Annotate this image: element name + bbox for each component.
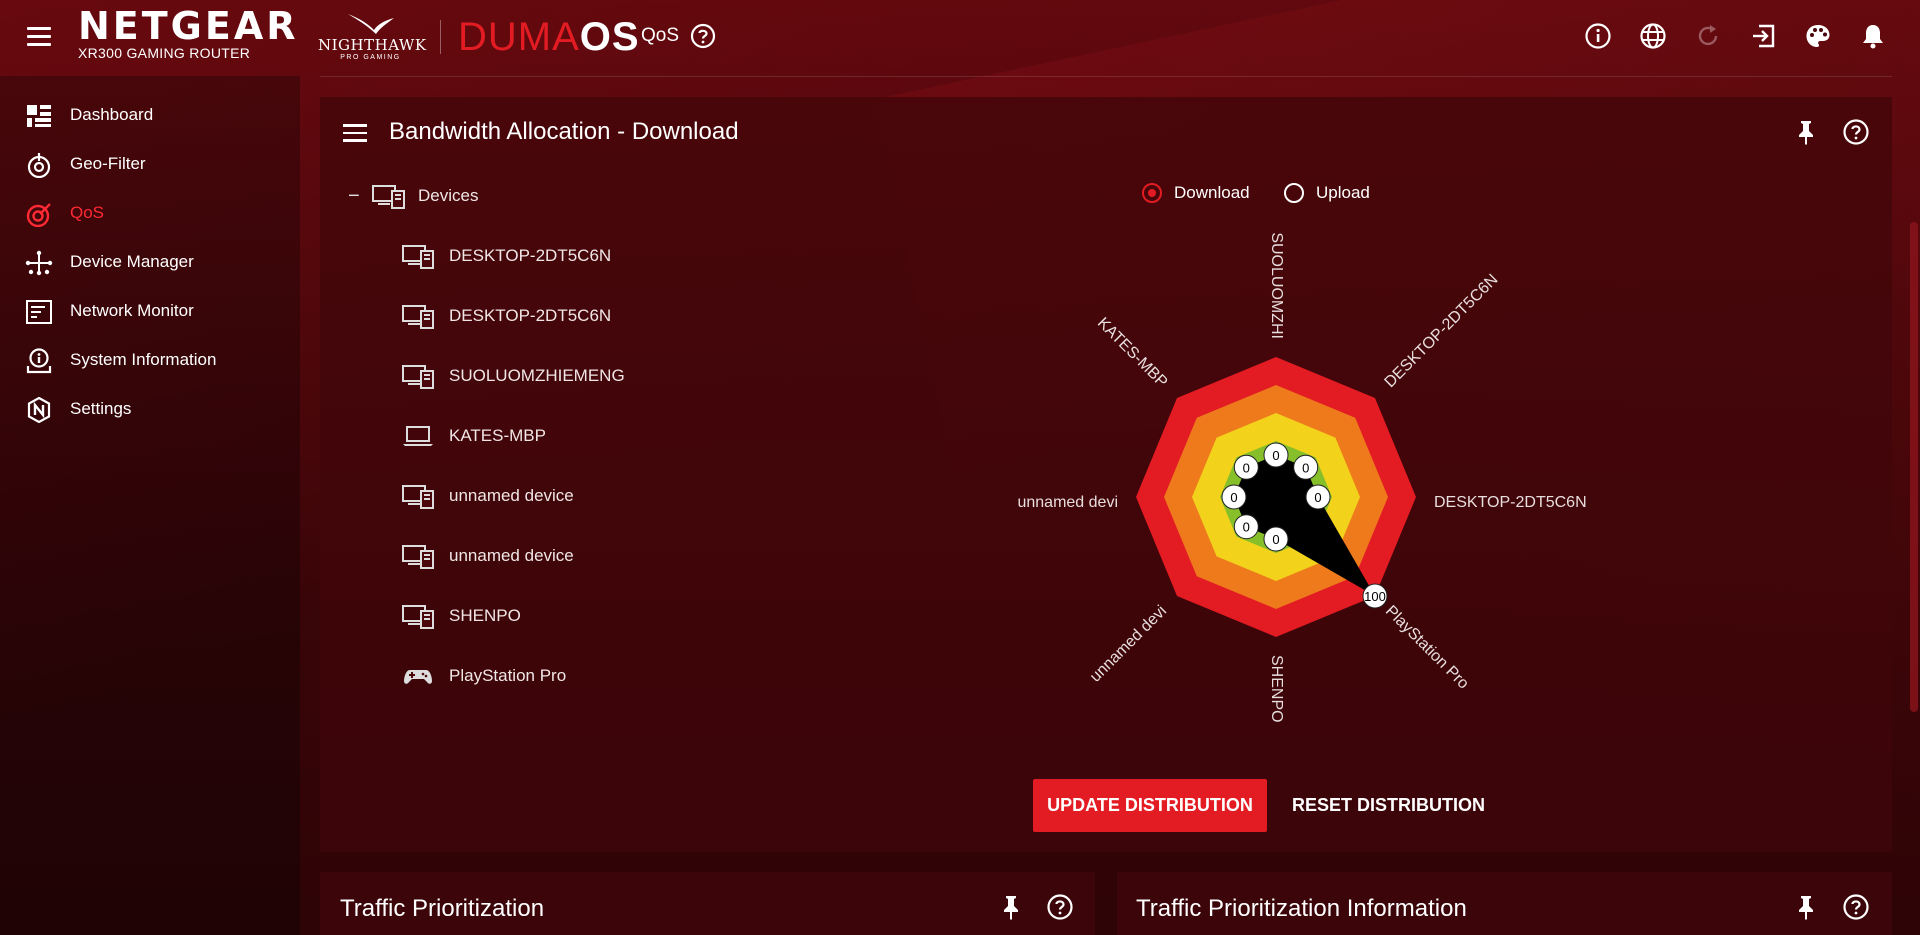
logout-icon[interactable] [1745, 18, 1781, 54]
sidebar-item-label: System Information [70, 350, 217, 369]
top-bar: NETGEAR XR300 GAMING ROUTER NIGHTHAWK PR… [0, 0, 1920, 75]
network-monitor-icon [26, 300, 52, 324]
sidebar-item-label: Device Manager [70, 252, 194, 271]
sidebar-item-label: QoS [70, 203, 105, 222]
traffic-prioritization-title: Traffic Prioritization [340, 895, 545, 922]
sidebar-item-network-monitor[interactable]: Network Monitor [0, 287, 300, 335]
reset-distribution-button[interactable]: RESET DISTRIBUTION [1276, 779, 1501, 832]
sidebar-item-label: Geo-Filter [70, 154, 146, 173]
sidebar-item-geo-filter[interactable]: Geo-Filter [0, 140, 300, 188]
palette-icon[interactable] [1800, 18, 1836, 54]
panel-help-icon[interactable] [1046, 893, 1074, 921]
main-menu-icon[interactable] [27, 27, 51, 47]
upload-radio[interactable]: Upload [1284, 181, 1370, 205]
page-title: QoS [641, 25, 680, 46]
desktop-icon [402, 243, 434, 269]
sidebar-item-settings[interactable]: Settings [0, 385, 300, 433]
traffic-prioritization-information-title: Traffic Prioritization Information [1136, 895, 1467, 922]
device-label: DESKTOP-2DT5C6N [449, 246, 612, 265]
header-divider [440, 20, 441, 54]
info-icon[interactable] [1580, 18, 1616, 54]
device-label: DESKTOP-2DT5C6N [449, 306, 612, 325]
geo-filter-icon [27, 153, 51, 178]
device-label: unnamed device [449, 546, 574, 565]
nighthawk-name: NIGHTHAWK [318, 36, 427, 54]
devices-icon [372, 185, 405, 209]
top-icons [1575, 18, 1905, 58]
page-scrollbar[interactable] [1910, 222, 1918, 712]
pin-icon[interactable] [997, 893, 1025, 921]
radar-value-label: 0 [1314, 490, 1321, 505]
content-top-edge [320, 76, 1892, 77]
collapse-icon[interactable]: − [348, 185, 360, 208]
radar-value-label: 100 [1364, 589, 1386, 604]
radar-axis-label: SHENPO [1268, 655, 1285, 723]
radar-axis-label: PlayStation Pro [1382, 603, 1472, 693]
radar-value-label: 0 [1243, 520, 1250, 535]
nighthawk-sub: PRO GAMING [340, 54, 401, 61]
device-label: unnamed device [449, 486, 574, 505]
dumaos-logo: DUMAOS [458, 14, 640, 60]
device-manager-icon [25, 250, 53, 276]
laptop-icon [402, 423, 434, 449]
nighthawk-logo: NIGHTHAWK PRO GAMING [318, 12, 427, 64]
device-label: KATES-MBP [449, 426, 546, 445]
desktop-icon [402, 603, 434, 629]
dumaos-duma: DUMA [458, 15, 580, 59]
radar-axis-label: unnamed devi [1087, 603, 1170, 686]
radar-value-label: 0 [1272, 532, 1279, 547]
desktop-icon [402, 543, 434, 569]
radar-axis-label: DESKTOP-2DT5C6N [1382, 271, 1502, 391]
devices-label: Devices [418, 186, 479, 205]
update-distribution-button[interactable]: UPDATE DISTRIBUTION [1033, 779, 1267, 832]
device-label: SUOLUOMZHIEMENG [449, 366, 625, 385]
radar-value-label: 0 [1243, 460, 1250, 475]
dashboard-icon [27, 105, 51, 127]
panel-help-icon[interactable] [1842, 118, 1870, 146]
globe-icon[interactable] [1635, 18, 1671, 54]
sidebar-item-label: Dashboard [70, 105, 154, 124]
radar-value-label: 0 [1272, 448, 1279, 463]
sidebar-item-system-information[interactable]: System Information [0, 336, 300, 384]
radar-value-label: 0 [1230, 490, 1237, 505]
sidebar-item-label: Settings [70, 399, 132, 418]
radar-axis-label: DESKTOP-2DT5C6N [1434, 494, 1587, 511]
radar-axis-label: SUOLUOMZHI [1268, 232, 1285, 339]
system-information-icon [26, 348, 52, 374]
brand-name: NETGEAR [78, 4, 299, 48]
pin-icon[interactable] [1792, 893, 1820, 921]
netgear-logo: NETGEAR XR300 GAMING ROUTER [78, 6, 299, 61]
pin-icon[interactable] [1792, 118, 1820, 146]
sidebar-item-device-manager[interactable]: Device Manager [0, 238, 300, 286]
page-help-icon[interactable] [690, 23, 716, 49]
settings-icon [27, 397, 51, 423]
notifications-icon[interactable] [1855, 18, 1891, 54]
download-radio-label: Download [1174, 183, 1250, 202]
desktop-icon [402, 483, 434, 509]
sidebar-item-qos[interactable]: QoS [0, 189, 300, 237]
refresh-icon[interactable] [1690, 18, 1726, 54]
desktop-icon [402, 303, 434, 329]
radar-value-label: 0 [1302, 460, 1309, 475]
nighthawk-bird-icon [348, 14, 394, 34]
upload-radio-label: Upload [1316, 183, 1370, 202]
panel-title: Bandwidth Allocation - Download [389, 118, 739, 145]
qos-icon [26, 203, 51, 227]
radar-axis-label: KATES-MBP [1094, 315, 1171, 392]
device-label: SHENPO [449, 606, 521, 625]
download-radio[interactable]: Download [1142, 181, 1250, 205]
device-label: PlayStation Pro [449, 666, 567, 685]
bandwidth-radar-chart[interactable]: 0001000000SUOLUOMZHI DESKTOP-2DT5C6NDESKT… [1000, 220, 1600, 740]
dumaos-os: OS [579, 15, 640, 59]
panel-help-icon[interactable] [1842, 893, 1870, 921]
sidebar-item-label: Network Monitor [70, 301, 194, 320]
sidebar-item-dashboard[interactable]: Dashboard [0, 91, 300, 139]
desktop-icon [402, 363, 434, 389]
panel-menu-icon[interactable] [343, 124, 367, 144]
gamepad-icon [402, 663, 434, 689]
radar-axis-label: unnamed devi [1017, 494, 1118, 511]
sidebar: Dashboard Geo-Filter QoS Device Manager … [0, 76, 300, 935]
